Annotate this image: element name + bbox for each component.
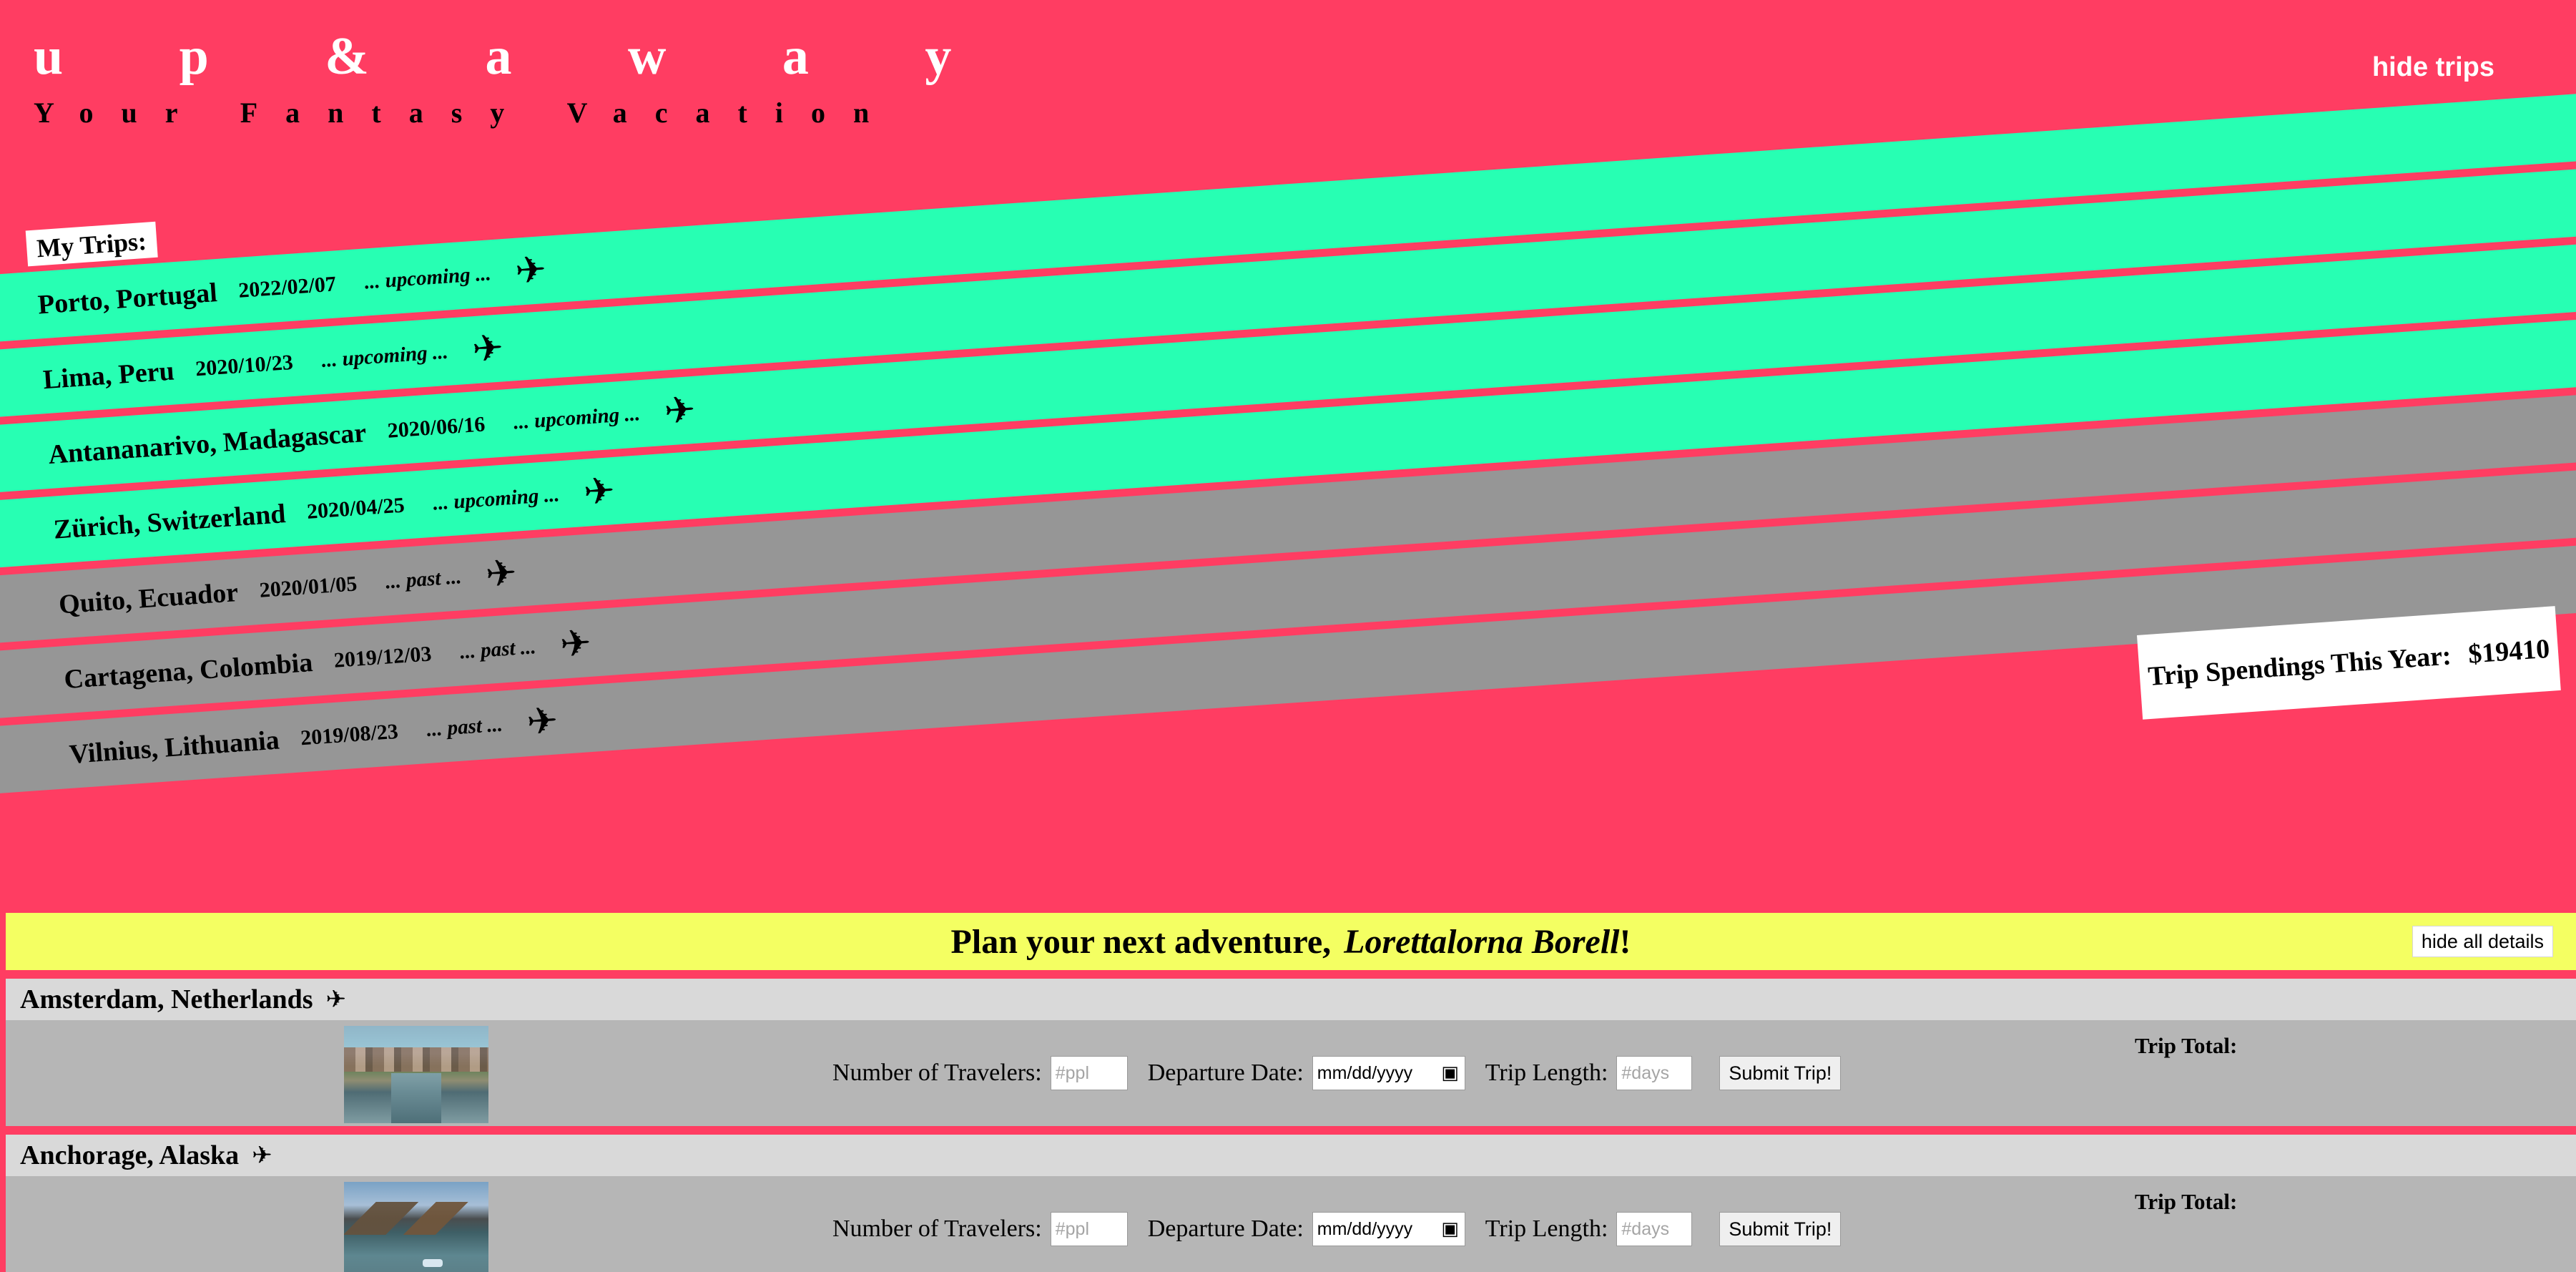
trip-destination: Cartagena, Colombia [63,647,314,695]
trip-date: 2022/02/07 [237,272,337,303]
trip-length-label: Trip Length: [1485,1215,1608,1242]
trip-destination: Vilnius, Lithuania [68,725,280,770]
trip-status: ... upcoming ... [320,340,449,372]
hide-all-details-button[interactable]: hide all details [2412,926,2553,957]
trip-date: 2020/10/23 [195,350,294,381]
airplane-icon: ✈ [559,621,593,667]
departure-label: Departure Date: [1147,1215,1304,1242]
trip-length-input[interactable]: #days [1616,1056,1693,1090]
trip-date: 2020/01/05 [258,572,358,602]
date-placeholder: mm/dd/yyyy [1317,1218,1413,1239]
airplane-icon: ✈ [325,985,347,1014]
travelers-label: Number of Travelers: [832,1215,1042,1242]
spendings-label: Trip Spendings This Year: [2147,640,2452,692]
trip-status: ... upcoming ... [363,261,492,294]
departure-label: Departure Date: [1147,1060,1304,1086]
destination-card: Amsterdam, Netherlands ✈ Number of Trave… [6,979,2576,1126]
planner-exclamation: ! [1619,922,1631,961]
hide-trips-button[interactable]: hide trips [2368,52,2499,84]
departure-date-input[interactable]: mm/dd/yyyy ▣ [1312,1056,1465,1090]
travelers-label: Number of Travelers: [832,1060,1042,1086]
destination-name: Anchorage, Alaska [20,1140,240,1170]
airplane-icon: ✈ [525,699,560,745]
airplane-icon: ✈ [582,469,616,514]
planner-section: Plan your next adventure, Lorettalorna B… [6,913,2576,1272]
brand-header: u p & a w a y Your Fantasy Vacation [34,27,1003,129]
airplane-icon: ✈ [252,1141,272,1170]
airplane-icon: ✈ [513,248,548,293]
trip-date: 2019/08/23 [300,719,399,750]
trip-form-row: Number of Travelers: #ppl Departure Date… [832,1055,1842,1092]
planner-greeting: Plan your next adventure, [950,922,1332,961]
trip-status: ... past ... [426,713,503,741]
my-trips-label: My Trips: [25,221,158,267]
destination-image [344,1026,488,1123]
trip-destination: Zürich, Switzerland [52,499,287,545]
trip-length-input[interactable]: #days [1616,1212,1693,1246]
trip-date: 2020/04/25 [306,493,405,524]
calendar-icon[interactable]: ▣ [1441,1062,1459,1084]
departure-date-input[interactable]: mm/dd/yyyy ▣ [1312,1212,1465,1246]
app-page: u p & a w a y Your Fantasy Vacation hide… [0,0,2576,1272]
app-subtitle: Your Fantasy Vacation [34,97,898,129]
destination-name: Amsterdam, Netherlands [20,984,313,1014]
travelers-input[interactable]: #ppl [1050,1212,1128,1246]
trip-form-row: Number of Travelers: #ppl Departure Date… [832,1210,1842,1248]
submit-trip-button[interactable]: Submit Trip! [1719,1056,1842,1090]
trip-status: ... past ... [459,635,537,663]
destination-card: Anchorage, Alaska ✈ Number of Travelers:… [6,1135,2576,1272]
trip-status: ... upcoming ... [432,482,561,515]
app-title: u p & a w a y [34,27,1003,86]
spendings-value: $19410 [2467,633,2551,670]
destination-image [344,1182,488,1272]
trip-status: ... upcoming ... [513,401,641,434]
trip-date: 2019/12/03 [333,642,433,672]
destination-header[interactable]: Anchorage, Alaska ✈ [6,1135,2576,1176]
submit-trip-button[interactable]: Submit Trip! [1719,1212,1842,1246]
planner-header: Plan your next adventure, Lorettalorna B… [6,913,2576,970]
trip-total-label: Trip Total: [2135,1189,2238,1214]
trip-date: 2020/06/16 [386,412,486,443]
trip-status: ... past ... [384,564,463,594]
trip-destination: Antananarivo, Madagascar [47,417,368,470]
airplane-icon: ✈ [471,326,505,372]
trip-destination: Porto, Portugal [36,278,218,321]
trip-length-label: Trip Length: [1485,1060,1608,1086]
destination-form: Number of Travelers: #ppl Departure Date… [6,1020,2576,1126]
airplane-icon: ✈ [662,388,697,434]
trip-destination: Lima, Peru [41,356,175,396]
user-name: Lorettalorna Borell [1344,922,1620,961]
date-placeholder: mm/dd/yyyy [1317,1062,1413,1083]
trip-destination: Quito, Ecuador [57,577,240,620]
calendar-icon[interactable]: ▣ [1441,1218,1459,1240]
airplane-icon: ✈ [483,551,518,597]
destination-header[interactable]: Amsterdam, Netherlands ✈ [6,979,2576,1020]
destination-form: Number of Travelers: #ppl Departure Date… [6,1176,2576,1272]
trip-total-label: Trip Total: [2135,1033,2238,1058]
trips-section: My Trips: Porto, Portugal 2022/02/07 ...… [0,0,2576,901]
travelers-input[interactable]: #ppl [1050,1056,1128,1090]
